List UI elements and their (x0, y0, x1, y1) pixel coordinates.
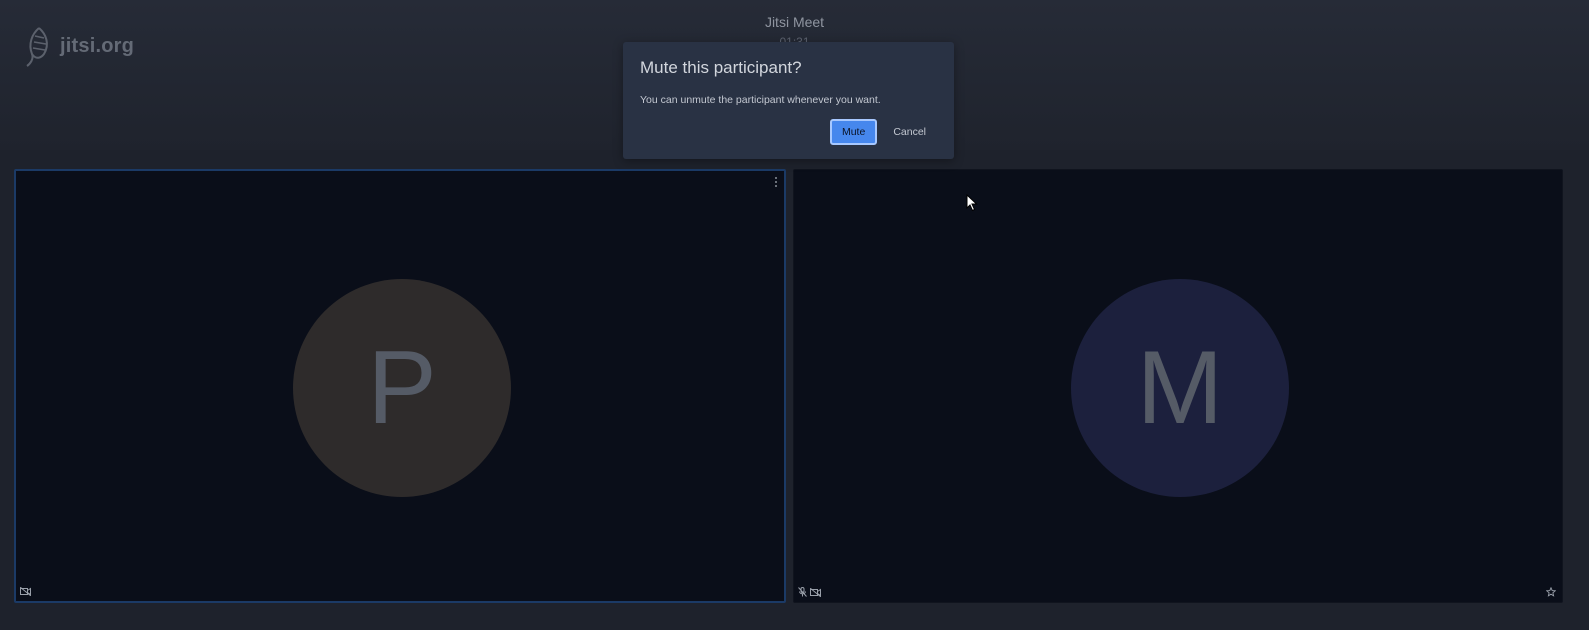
mic-off-icon (798, 587, 807, 597)
video-off-icon (20, 587, 31, 596)
participant-tile-p[interactable]: P (14, 169, 786, 603)
dialog-actions: Mute Cancel (829, 119, 930, 145)
dialog-title: Mute this participant? (640, 58, 802, 77)
mouse-cursor-icon (966, 194, 978, 212)
dialog-message: You can unmute the participant whenever … (640, 94, 881, 106)
mute-participant-dialog: Mute this participant? You can unmute th… (623, 42, 954, 159)
avatar: M (1071, 279, 1289, 497)
status-indicators (798, 587, 821, 597)
participant-tile-m[interactable]: M (793, 169, 1563, 603)
meeting-title: Jitsi Meet (764, 14, 825, 30)
star-icon (1546, 587, 1556, 597)
video-off-icon (810, 587, 821, 597)
cancel-button[interactable]: Cancel (889, 121, 930, 143)
status-indicators (20, 587, 31, 596)
avatar-initial: P (367, 329, 437, 446)
conference-stage: jitsi.org Jitsi Meet 01:31 P M (0, 0, 1589, 630)
avatar-initial: M (1136, 329, 1224, 446)
avatar: P (293, 279, 511, 497)
more-vertical-icon[interactable] (772, 177, 780, 191)
mute-button[interactable]: Mute (829, 119, 878, 145)
